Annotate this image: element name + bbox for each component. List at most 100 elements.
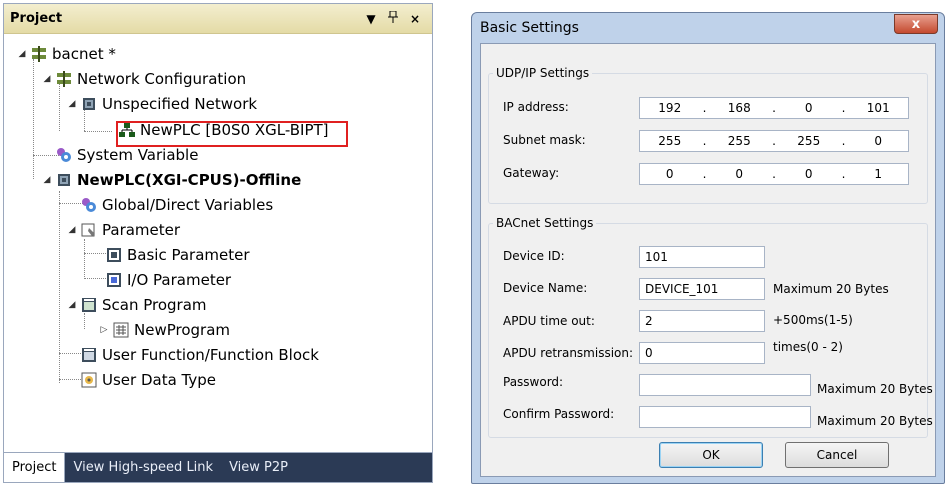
bacnet-legend: BACnet Settings — [496, 216, 594, 230]
subnet-octet[interactable]: 0 — [849, 134, 909, 148]
tree-label-unspecified-network: Unspecified Network — [102, 95, 258, 113]
ip-octet[interactable]: 101 — [849, 101, 909, 115]
expand-arrow-icon[interactable]: ◢ — [41, 74, 53, 84]
device-id-input[interactable]: 101 — [639, 246, 765, 268]
ip-address-field[interactable]: 192. 168. 0. 101 — [639, 97, 909, 119]
expand-arrow-icon[interactable]: ◢ — [66, 99, 78, 109]
apdu-timeout-label: APDU time out: — [503, 314, 595, 328]
confirm-password-hint: Maximum 20 Bytes — [817, 414, 933, 428]
device-name-hint: Maximum 20 Bytes — [773, 282, 889, 296]
dialog-body: UDP/IP Settings IP address: 192. 168. 0.… — [480, 43, 936, 477]
subnet-octet[interactable]: 255 — [779, 134, 839, 148]
gateway-octet[interactable]: 0 — [640, 167, 700, 181]
project-pane: Project ▼ × ◢ bacnet * ◢ Network Configu… — [3, 3, 433, 483]
gateway-octet[interactable]: 0 — [779, 167, 839, 181]
device-id-label: Device ID: — [503, 249, 565, 263]
user-data-type-icon — [80, 371, 98, 389]
tree-item-user-function[interactable]: User Function/Function Block — [78, 343, 319, 367]
network-icon — [80, 95, 98, 113]
subnet-mask-label: Subnet mask: — [503, 133, 586, 147]
basic-parameter-icon — [105, 246, 123, 264]
ip-octet[interactable]: 0 — [779, 101, 839, 115]
gateway-octet[interactable]: 0 — [710, 167, 770, 181]
gateway-label: Gateway: — [503, 166, 560, 180]
password-hint: Maximum 20 Bytes — [817, 382, 933, 396]
system-variable-icon — [55, 146, 73, 164]
subnet-octet[interactable]: 255 — [640, 134, 700, 148]
tree-label-global-variables: Global/Direct Variables — [102, 196, 274, 214]
tree-label-parameter: Parameter — [102, 221, 181, 239]
apdu-timeout-input[interactable]: 2 — [639, 310, 765, 332]
tree-label-plc: NewPLC(XGI-CPUS)-Offline — [77, 171, 302, 189]
tree-label-new-program: NewProgram — [134, 321, 231, 339]
tree-item-plc[interactable]: ◢ NewPLC(XGI-CPUS)-Offline — [41, 168, 302, 192]
ok-button[interactable]: OK — [659, 442, 763, 468]
project-tree: ◢ bacnet * ◢ Network Configuration ◢ Uns… — [4, 37, 432, 452]
expand-arrow-icon[interactable]: ◢ — [41, 175, 53, 185]
collapse-arrow-icon[interactable]: ▷ — [98, 325, 110, 335]
dropdown-icon[interactable]: ▼ — [360, 12, 382, 26]
user-function-icon — [80, 346, 98, 364]
tree-item-system-variable[interactable]: System Variable — [53, 143, 198, 167]
network-config-icon — [55, 70, 73, 88]
pin-icon[interactable] — [382, 10, 404, 26]
dialog-title: Basic Settings — [480, 20, 579, 36]
project-icon — [30, 45, 48, 63]
apdu-timeout-hint: +500ms(1-5) — [773, 313, 853, 327]
tree-item-new-program[interactable]: ▷ NewProgram — [98, 318, 230, 342]
tree-item-scan-program[interactable]: ◢ Scan Program — [66, 293, 207, 317]
close-icon[interactable]: × — [404, 12, 426, 26]
udp-ip-legend: UDP/IP Settings — [496, 66, 590, 80]
confirm-password-input[interactable] — [639, 406, 811, 428]
basic-settings-dialog: Basic Settings x UDP/IP Settings IP addr… — [471, 12, 945, 484]
tree-label-scan-program: Scan Program — [102, 296, 207, 314]
global-variables-icon — [80, 196, 98, 214]
tree-label-network-configuration: Network Configuration — [77, 70, 247, 88]
tree-item-user-data-type[interactable]: User Data Type — [78, 368, 216, 392]
ip-octet[interactable]: 168 — [710, 101, 770, 115]
project-pane-header: Project ▼ × — [4, 4, 432, 34]
tree-label-io-parameter: I/O Parameter — [127, 271, 232, 289]
tree-item-network-configuration[interactable]: ◢ Network Configuration — [41, 67, 247, 91]
ip-octet[interactable]: 192 — [640, 101, 700, 115]
apdu-retransmission-hint: times(0 - 2) — [773, 340, 843, 354]
tree-label-root: bacnet * — [52, 45, 116, 63]
tree-label-user-data-type: User Data Type — [102, 371, 216, 389]
tab-view-p2p[interactable]: View P2P — [221, 453, 296, 482]
tree-label-user-function: User Function/Function Block — [102, 346, 319, 364]
ip-address-label: IP address: — [503, 100, 569, 114]
program-icon — [112, 321, 130, 339]
tree-item-basic-parameter[interactable]: Basic Parameter — [103, 243, 250, 267]
plc-icon — [55, 171, 73, 189]
project-pane-title: Project — [10, 11, 63, 26]
password-label: Password: — [503, 375, 564, 389]
tree-item-root[interactable]: ◢ bacnet * — [16, 42, 116, 66]
subnet-octet[interactable]: 255 — [710, 134, 770, 148]
tree-item-global-variables[interactable]: Global/Direct Variables — [78, 193, 273, 217]
scan-program-icon — [80, 296, 98, 314]
tree-item-parameter[interactable]: ◢ Parameter — [66, 218, 181, 242]
tree-item-unspecified-network[interactable]: ◢ Unspecified Network — [66, 92, 258, 116]
gateway-field[interactable]: 0. 0. 0. 1 — [639, 163, 909, 185]
device-name-label: Device Name: — [503, 281, 588, 295]
apdu-retransmission-input[interactable]: 0 — [639, 342, 765, 364]
expand-arrow-icon[interactable]: ◢ — [66, 300, 78, 310]
project-tab-bar: Project View High-speed Link View P2P — [4, 452, 432, 482]
subnet-mask-field[interactable]: 255. 255. 255. 0 — [639, 130, 909, 152]
tree-label-basic-parameter: Basic Parameter — [127, 246, 250, 264]
tab-project[interactable]: Project — [4, 453, 66, 482]
io-parameter-icon — [105, 271, 123, 289]
password-input[interactable] — [639, 374, 811, 396]
cancel-button[interactable]: Cancel — [785, 442, 889, 468]
parameter-icon — [80, 221, 98, 239]
gateway-octet[interactable]: 1 — [849, 167, 909, 181]
expand-arrow-icon[interactable]: ◢ — [16, 49, 28, 59]
dialog-close-button[interactable]: x — [894, 14, 938, 34]
tab-view-high-speed-link[interactable]: View High-speed Link — [65, 453, 221, 482]
tree-label-system-variable: System Variable — [77, 146, 199, 164]
apdu-retransmission-label: APDU retransmission: — [503, 346, 634, 360]
tree-item-io-parameter[interactable]: I/O Parameter — [103, 268, 231, 292]
device-name-input[interactable]: DEVICE_101 — [639, 278, 765, 300]
expand-arrow-icon[interactable]: ◢ — [66, 225, 78, 235]
confirm-password-label: Confirm Password: — [503, 407, 615, 421]
